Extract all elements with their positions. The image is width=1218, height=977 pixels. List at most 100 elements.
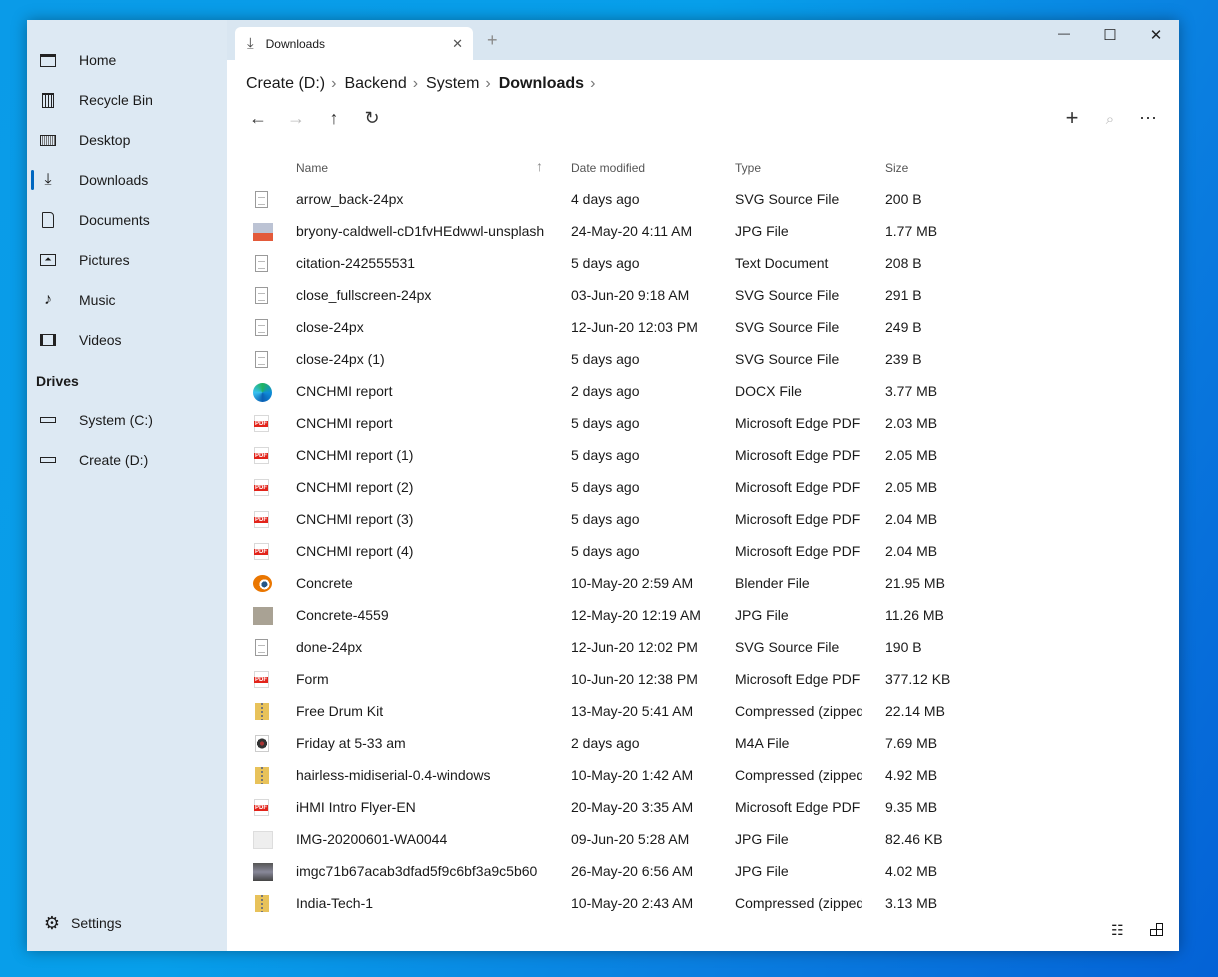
download-icon: ⤓ [247, 35, 254, 52]
file-pdf-icon [253, 799, 271, 817]
details-view-icon[interactable]: ☷ [1111, 922, 1124, 939]
file-name: CNCHMI report [296, 383, 393, 399]
column-header-name[interactable]: Name [296, 161, 328, 175]
file-date: 2 days ago [571, 383, 640, 399]
sidebar-item-videos[interactable]: Videos [27, 320, 227, 360]
close-button[interactable]: ✕ [1133, 26, 1179, 44]
file-row[interactable]: CNCHMI report (2) 5 days ago Microsoft E… [239, 472, 969, 504]
column-header-date[interactable]: Date modified [571, 161, 645, 175]
file-row[interactable]: CNCHMI report 5 days ago Microsoft Edge … [239, 408, 969, 440]
sidebar-item-music[interactable]: ♪ Music [27, 280, 227, 320]
file-doc-icon [253, 351, 271, 369]
file-row[interactable]: CNCHMI report (3) 5 days ago Microsoft E… [239, 504, 969, 536]
file-date: 5 days ago [571, 543, 640, 559]
more-icon[interactable]: ⋯ [1136, 108, 1160, 129]
file-row[interactable]: IMG-20200601-WA0044 09-Jun-20 5:28 AM JP… [239, 824, 969, 856]
file-row[interactable]: close-24px (1) 5 days ago SVG Source Fil… [239, 344, 969, 376]
tab-downloads[interactable]: ⤓ Downloads ✕ [235, 27, 473, 60]
breadcrumb: Create (D:) › Backend › System › Downloads › [246, 75, 603, 93]
file-size: 3.13 MB [885, 895, 938, 911]
file-size: 2.05 MB [885, 479, 938, 495]
file-date: 10-May-20 2:43 AM [571, 895, 694, 911]
breadcrumb-item[interactable]: Create (D:) [246, 75, 325, 93]
file-name: close-24px (1) [296, 351, 385, 367]
file-date: 10-Jun-20 12:38 PM [571, 671, 698, 687]
sidebar-drive-1[interactable]: Create (D:) [27, 440, 227, 480]
file-row[interactable]: iHMI Intro Flyer-EN 20-May-20 3:35 AM Mi… [239, 792, 969, 824]
column-header-size[interactable]: Size [885, 161, 908, 175]
tiles-view-icon[interactable] [1150, 922, 1164, 936]
file-row[interactable]: imgc71b67acab3dfad5f9c6bf3a9c5b60 26-May… [239, 856, 969, 888]
up-icon[interactable]: ↑ [322, 108, 346, 129]
file-img1-icon [253, 223, 273, 241]
breadcrumb-item[interactable]: Downloads [499, 75, 584, 93]
chevron-right-icon: › [590, 75, 596, 92]
breadcrumb-item[interactable]: System [426, 75, 479, 93]
column-header-type[interactable]: Type [735, 161, 761, 175]
file-row[interactable]: Concrete-4559 12-May-20 12:19 AM JPG Fil… [239, 600, 969, 632]
sidebar-item-home[interactable]: Home [27, 40, 227, 80]
forward-icon[interactable]: → [284, 108, 308, 129]
file-img2-icon [253, 607, 273, 625]
gear-icon: ⚙ [43, 912, 61, 933]
file-name: iHMI Intro Flyer-EN [296, 799, 416, 815]
sidebar-item-pictures[interactable]: ⏶ Pictures [27, 240, 227, 280]
file-name: hairless-midiserial-0.4-windows [296, 767, 491, 783]
file-name: arrow_back-24px [296, 191, 404, 207]
file-type: JPG File [735, 831, 789, 847]
file-row[interactable]: India-Tech-1 10-May-20 2:43 AM Compresse… [239, 888, 969, 920]
file-edge-icon [253, 383, 272, 402]
file-size: 239 B [885, 351, 922, 367]
file-size: 291 B [885, 287, 922, 303]
file-name: Free Drum Kit [296, 703, 384, 719]
file-size: 1.77 MB [885, 223, 938, 239]
file-date: 13-May-20 5:41 AM [571, 703, 694, 719]
breadcrumb-item[interactable]: Backend [344, 75, 406, 93]
maximize-button[interactable]: ☐ [1087, 26, 1133, 44]
file-row[interactable]: arrow_back-24px 4 days ago SVG Source Fi… [239, 184, 969, 216]
file-size: 249 B [885, 319, 922, 335]
sidebar-item-documents[interactable]: Documents [27, 200, 227, 240]
minimize-button[interactable]: — [1041, 26, 1087, 40]
sidebar-drive-0[interactable]: System (C:) [27, 400, 227, 440]
file-row[interactable]: close-24px 12-Jun-20 12:03 PM SVG Source… [239, 312, 969, 344]
file-row[interactable]: Form 10-Jun-20 12:38 PM Microsoft Edge P… [239, 664, 969, 696]
file-date: 12-Jun-20 12:02 PM [571, 639, 698, 655]
desktop-icon [39, 131, 57, 149]
back-icon[interactable]: ← [246, 108, 270, 129]
sidebar-item-desktop[interactable]: Desktop [27, 120, 227, 160]
file-row[interactable]: Concrete 10-May-20 2:59 AM Blender File … [239, 568, 969, 600]
file-date: 5 days ago [571, 479, 640, 495]
file-row[interactable]: CNCHMI report 2 days ago DOCX File 3.77 … [239, 376, 969, 408]
sidebar-item-downloads[interactable]: ⤓ Downloads [27, 160, 227, 200]
file-row[interactable]: citation-242555531 5 days ago Text Docum… [239, 248, 969, 280]
file-size: 9.35 MB [885, 799, 938, 815]
new-tab-button[interactable]: + [487, 30, 498, 51]
file-row[interactable]: CNCHMI report (4) 5 days ago Microsoft E… [239, 536, 969, 568]
file-type: Blender File [735, 575, 810, 591]
file-row[interactable]: CNCHMI report (1) 5 days ago Microsoft E… [239, 440, 969, 472]
settings-button[interactable]: ⚙ Settings [27, 903, 227, 943]
file-name: Concrete-4559 [296, 607, 389, 623]
refresh-icon[interactable]: ↻ [360, 108, 384, 129]
file-date: 09-Jun-20 5:28 AM [571, 831, 690, 847]
file-name: Friday at 5-33 am [296, 735, 406, 751]
file-size: 2.04 MB [885, 511, 938, 527]
file-row[interactable]: hairless-midiserial-0.4-windows 10-May-2… [239, 760, 969, 792]
file-row[interactable]: Free Drum Kit 13-May-20 5:41 AM Compress… [239, 696, 969, 728]
file-type: Microsoft Edge PDF Document [735, 479, 862, 495]
file-row[interactable]: done-24px 12-Jun-20 12:02 PM SVG Source … [239, 632, 969, 664]
file-date: 5 days ago [571, 415, 640, 431]
file-img3-icon [253, 831, 273, 849]
file-row[interactable]: bryony-caldwell-cD1fvHEdwwl-unsplash 24-… [239, 216, 969, 248]
file-size: 22.14 MB [885, 703, 945, 719]
file-row[interactable]: close_fullscreen-24px 03-Jun-20 9:18 AM … [239, 280, 969, 312]
search-icon[interactable]: ⌕ [1098, 111, 1122, 128]
close-tab-icon[interactable]: ✕ [452, 36, 463, 52]
sidebar-item-recycle-bin[interactable]: Recycle Bin [27, 80, 227, 120]
file-size: 190 B [885, 639, 922, 655]
file-explorer-window: Home Recycle Bin Desktop ⤓ Downloads Document… [27, 20, 1179, 951]
file-date: 5 days ago [571, 447, 640, 463]
add-icon[interactable]: + [1060, 105, 1084, 131]
file-row[interactable]: Friday at 5-33 am 2 days ago M4A File 7.… [239, 728, 969, 760]
